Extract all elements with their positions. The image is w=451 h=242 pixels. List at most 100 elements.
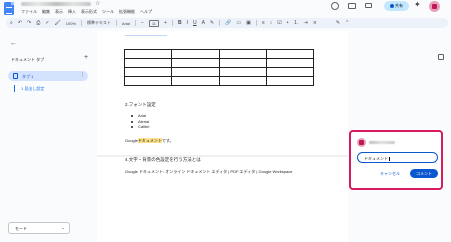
style-select[interactable]: 標準テキスト bbox=[87, 20, 111, 26]
table-cell bbox=[123, 67, 173, 77]
table-cell bbox=[265, 76, 315, 86]
chevron-down-icon: ⌄ bbox=[61, 225, 65, 230]
back-arrow-icon[interactable]: ← bbox=[10, 40, 17, 47]
table-cell bbox=[171, 49, 220, 59]
document-tabs-panel: ← ドキュメント タブ + タブ 1 ⋮ 1 見出し設定 モード ⌄ bbox=[0, 30, 96, 242]
globe-icon bbox=[390, 4, 394, 8]
star-icon[interactable]: ☆ bbox=[95, 0, 100, 7]
font-select[interactable]: Arial bbox=[122, 21, 130, 26]
line-spacing-icon[interactable]: ↕ bbox=[270, 20, 273, 26]
search-menus-icon[interactable]: ⌕ bbox=[10, 20, 13, 26]
menu-view[interactable]: 表示 bbox=[55, 9, 63, 15]
comment-icon[interactable] bbox=[348, 3, 356, 9]
numbered-list-icon[interactable]: ⒈ bbox=[294, 20, 299, 26]
underline-icon[interactable]: U bbox=[193, 20, 197, 26]
text-color-icon[interactable]: A bbox=[202, 20, 205, 26]
docs-logo-icon[interactable] bbox=[4, 2, 14, 15]
spellcheck-icon[interactable]: ✓ bbox=[45, 20, 49, 26]
share-button[interactable]: 共有 bbox=[384, 1, 409, 11]
clear-formatting-icon[interactable]: ⨯ bbox=[313, 20, 317, 26]
mode-label: モード bbox=[15, 226, 27, 231]
decrease-font-size-icon[interactable]: − bbox=[141, 20, 144, 26]
workspace-link-text[interactable]: Google ドキュメント: オンライン ドキュメント エディタ | PDF エ… bbox=[125, 169, 292, 175]
meet-video-icon[interactable] bbox=[365, 3, 372, 8]
menu-edit[interactable]: 編集 bbox=[42, 9, 50, 15]
add-comment-side-icon[interactable] bbox=[438, 54, 444, 60]
tab-item-1[interactable]: タブ 1 ⋮ bbox=[8, 71, 88, 81]
table-cell bbox=[218, 67, 267, 77]
table-cell bbox=[123, 58, 173, 68]
table-cell bbox=[171, 58, 220, 68]
link-text-fragment[interactable] bbox=[125, 33, 167, 36]
outline-heading-item[interactable]: 1 見出し設定 bbox=[21, 86, 44, 92]
align-icon[interactable]: ≡ bbox=[262, 20, 265, 26]
title-bar: ☆ ファイル 編集 表示 挿入 表示形式 ツール 拡張機能 ヘルプ 共有 ✦ bbox=[0, 0, 451, 17]
table-cell bbox=[265, 67, 315, 77]
toolbar-divider bbox=[219, 20, 221, 26]
comment-submit-button[interactable]: コメント bbox=[410, 169, 438, 178]
table-cell bbox=[265, 49, 315, 59]
table-cell bbox=[171, 67, 220, 77]
page-break bbox=[97, 155, 348, 157]
italic-icon[interactable]: I bbox=[187, 20, 188, 26]
bold-icon[interactable]: B bbox=[178, 20, 182, 26]
tab-label: タブ 1 bbox=[22, 73, 34, 79]
commenter-name-redacted bbox=[369, 141, 395, 144]
collapse-menus-icon[interactable]: ⌃ bbox=[345, 20, 349, 26]
indent-icon[interactable]: ⇥ bbox=[304, 20, 308, 26]
menu-extensions[interactable]: 拡張機能 bbox=[119, 9, 135, 15]
document-title-redacted[interactable] bbox=[21, 2, 91, 6]
bulleted-list-icon[interactable]: • bbox=[287, 20, 289, 26]
document-table[interactable] bbox=[123, 49, 315, 86]
list-item: Calibri bbox=[131, 124, 149, 130]
document-page[interactable]: 2.フォント設定 Arial Alerial Calibri Googleドキュ… bbox=[97, 31, 348, 242]
highlighted-word[interactable]: ドキュメント bbox=[137, 138, 162, 143]
gemini-sparkle-icon[interactable]: ✦ bbox=[414, 1, 421, 9]
mode-select[interactable]: モード ⌄ bbox=[8, 222, 70, 234]
history-icon[interactable] bbox=[331, 2, 339, 10]
share-label: 共有 bbox=[395, 3, 403, 8]
comment-input[interactable]: ドキュメント bbox=[357, 152, 438, 163]
toolbar-divider bbox=[115, 20, 117, 26]
cancel-button[interactable]: キャンセル bbox=[380, 171, 400, 177]
highlighted-sentence: Googleドキュメントです。 bbox=[125, 138, 174, 144]
heading-indicator bbox=[14, 85, 15, 92]
menu-bar: ファイル 編集 表示 挿入 表示形式 ツール 拡張機能 ヘルプ bbox=[21, 9, 152, 15]
sentence-suffix: です。 bbox=[161, 138, 174, 143]
menu-file[interactable]: ファイル bbox=[21, 9, 37, 15]
toolbar-divider bbox=[255, 20, 257, 26]
table-cell bbox=[265, 58, 315, 68]
redo-icon[interactable]: ↷ bbox=[27, 20, 31, 26]
checklist-icon[interactable]: ☑ bbox=[277, 20, 281, 26]
menu-insert[interactable]: 挿入 bbox=[68, 9, 76, 15]
print-icon[interactable]: ⎙ bbox=[36, 20, 40, 26]
menu-tools[interactable]: ツール bbox=[102, 9, 114, 15]
menu-help[interactable]: ヘルプ bbox=[140, 9, 152, 15]
menu-format[interactable]: 表示形式 bbox=[81, 9, 97, 15]
panel-title: ドキュメント タブ bbox=[11, 57, 45, 62]
toolbar-divider bbox=[81, 20, 83, 26]
sentence-prefix: Google bbox=[125, 138, 138, 143]
add-tab-icon[interactable]: + bbox=[84, 54, 88, 61]
table-cell bbox=[218, 58, 267, 68]
undo-icon[interactable]: ↶ bbox=[18, 20, 22, 26]
table-row bbox=[123, 58, 315, 68]
add-comment-icon[interactable]: ▭ bbox=[236, 20, 241, 26]
table-cell bbox=[218, 49, 267, 59]
insert-link-icon[interactable]: 🔗 bbox=[225, 20, 231, 26]
comment-card: ドキュメント キャンセル コメント bbox=[349, 130, 443, 190]
paint-format-icon[interactable]: 🖌 bbox=[54, 20, 60, 26]
table-cell bbox=[123, 76, 173, 86]
font-size-input[interactable]: 11 bbox=[148, 19, 160, 27]
zoom-select[interactable]: 100% bbox=[66, 21, 76, 26]
toolbar-divider bbox=[171, 20, 173, 26]
highlight-color-icon[interactable]: ✎ bbox=[210, 20, 214, 26]
commenter-avatar bbox=[357, 138, 366, 147]
editing-mode-icon[interactable]: ✎ bbox=[336, 20, 340, 26]
avatar[interactable] bbox=[429, 1, 440, 12]
increase-font-size-icon[interactable]: + bbox=[164, 20, 167, 26]
section-heading-colors: 4.文字・背景の色設定を行う方法とは bbox=[125, 157, 201, 162]
insert-image-icon[interactable]: ▣ bbox=[246, 20, 251, 26]
more-vert-icon[interactable]: ⋮ bbox=[80, 72, 85, 78]
section-heading-fonts: 2.フォント設定 bbox=[125, 102, 156, 107]
